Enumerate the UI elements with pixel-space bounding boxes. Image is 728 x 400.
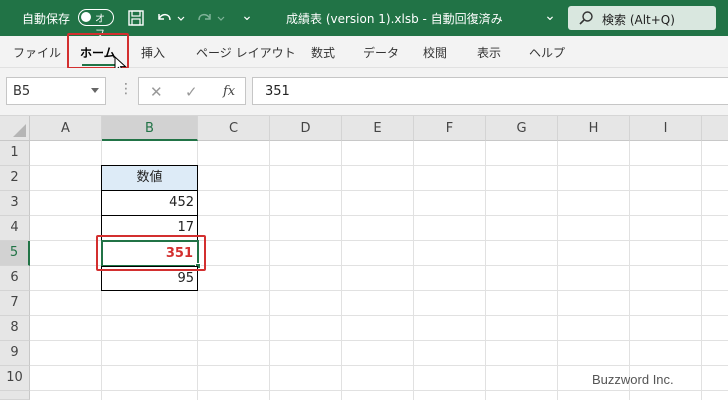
cancel-icon[interactable]: ✕ <box>150 83 163 101</box>
column-header-d[interactable]: D <box>270 116 342 141</box>
tab-data[interactable]: データ <box>363 44 399 61</box>
column-header-b[interactable]: B <box>102 116 198 141</box>
column-header-c[interactable]: C <box>198 116 270 141</box>
selected-cell-highlight-box <box>96 235 206 271</box>
row-header-4[interactable]: 4 <box>0 216 30 241</box>
tab-formulas[interactable]: 数式 <box>311 44 335 61</box>
name-box-dropdown-icon[interactable] <box>91 88 99 93</box>
tab-page-layout[interactable]: ページ レイアウト <box>196 44 296 61</box>
gridline <box>485 141 486 400</box>
gridline <box>30 390 728 391</box>
gridline <box>30 365 728 366</box>
tab-file[interactable]: ファイル <box>13 44 61 61</box>
search-placeholder: 検索 (Alt+Q) <box>602 13 675 27</box>
gridline <box>629 141 630 400</box>
enter-icon[interactable]: ✓ <box>185 83 198 101</box>
column-header-h[interactable]: H <box>558 116 630 141</box>
formula-input[interactable]: 351 <box>252 77 728 105</box>
gridline <box>413 141 414 400</box>
row-header-1[interactable]: 1 <box>0 141 30 166</box>
column-header-e[interactable]: E <box>342 116 414 141</box>
title-bar: 自動保存 オフ ⌄ 成績表 (version 1).xlsb - 自動回復済み … <box>0 0 728 40</box>
row-header-6[interactable]: 6 <box>0 266 30 291</box>
tab-help[interactable]: ヘルプ <box>529 44 565 61</box>
undo-icon[interactable] <box>155 9 173 27</box>
save-icon[interactable] <box>127 9 145 27</box>
gridline <box>30 315 728 316</box>
column-header-i[interactable]: I <box>630 116 702 141</box>
column-header-g[interactable]: G <box>486 116 558 141</box>
autosave-toggle[interactable]: オフ <box>78 9 114 40</box>
insert-function-icon[interactable]: fx <box>223 84 235 99</box>
gridline <box>557 141 558 400</box>
cell-b2[interactable]: 数値 <box>101 165 198 191</box>
gridline <box>30 340 728 341</box>
tab-view[interactable]: 表示 <box>477 44 501 61</box>
row-header-5[interactable]: 5 <box>0 241 30 266</box>
formula-bar: B5 ⋮ ✕ ✓ fx 351 <box>0 68 728 116</box>
cell-b3[interactable]: 452 <box>101 190 198 216</box>
gridline <box>701 141 702 400</box>
formula-bar-grip-icon: ⋮ <box>119 81 133 97</box>
redo-dropdown-icon[interactable] <box>216 9 226 27</box>
document-title: 成績表 (version 1).xlsb - 自動回復済み <box>286 12 503 26</box>
row-header-10[interactable]: 10 <box>0 366 30 391</box>
name-box-value: B5 <box>13 84 31 99</box>
gridline <box>341 141 342 400</box>
search-box[interactable]: 検索 (Alt+Q) <box>568 6 716 30</box>
name-box[interactable]: B5 <box>6 77 106 105</box>
tab-review[interactable]: 校閲 <box>423 44 447 61</box>
autosave-label: 自動保存 <box>22 12 71 26</box>
row-header-2[interactable]: 2 <box>0 166 30 191</box>
formula-content: 351 <box>265 84 290 99</box>
row-header-8[interactable]: 8 <box>0 316 30 341</box>
tab-insert[interactable]: 挿入 <box>141 44 165 61</box>
row-header-7[interactable]: 7 <box>0 291 30 316</box>
column-header-j[interactable] <box>702 116 728 141</box>
worksheet-grid[interactable]: A B C D E F G H I 1 2 3 4 5 6 7 8 9 10 数… <box>0 116 728 400</box>
toggle-knob <box>81 12 91 22</box>
title-dropdown-icon[interactable]: ⌄ <box>541 8 559 26</box>
select-all-button[interactable] <box>0 116 30 141</box>
column-header-a[interactable]: A <box>30 116 102 141</box>
redo-icon[interactable] <box>196 9 214 27</box>
row-header-3[interactable]: 3 <box>0 191 30 216</box>
gridline <box>269 141 270 400</box>
search-icon <box>579 11 593 25</box>
undo-dropdown-icon[interactable] <box>176 9 186 27</box>
column-header-f[interactable]: F <box>414 116 486 141</box>
watermark: Buzzword Inc. <box>592 372 674 387</box>
customize-qat-icon[interactable]: ⌄ <box>238 8 256 26</box>
formula-buttons: ✕ ✓ fx <box>138 77 246 105</box>
row-header-9[interactable]: 9 <box>0 341 30 366</box>
row-header-11[interactable] <box>0 391 30 400</box>
